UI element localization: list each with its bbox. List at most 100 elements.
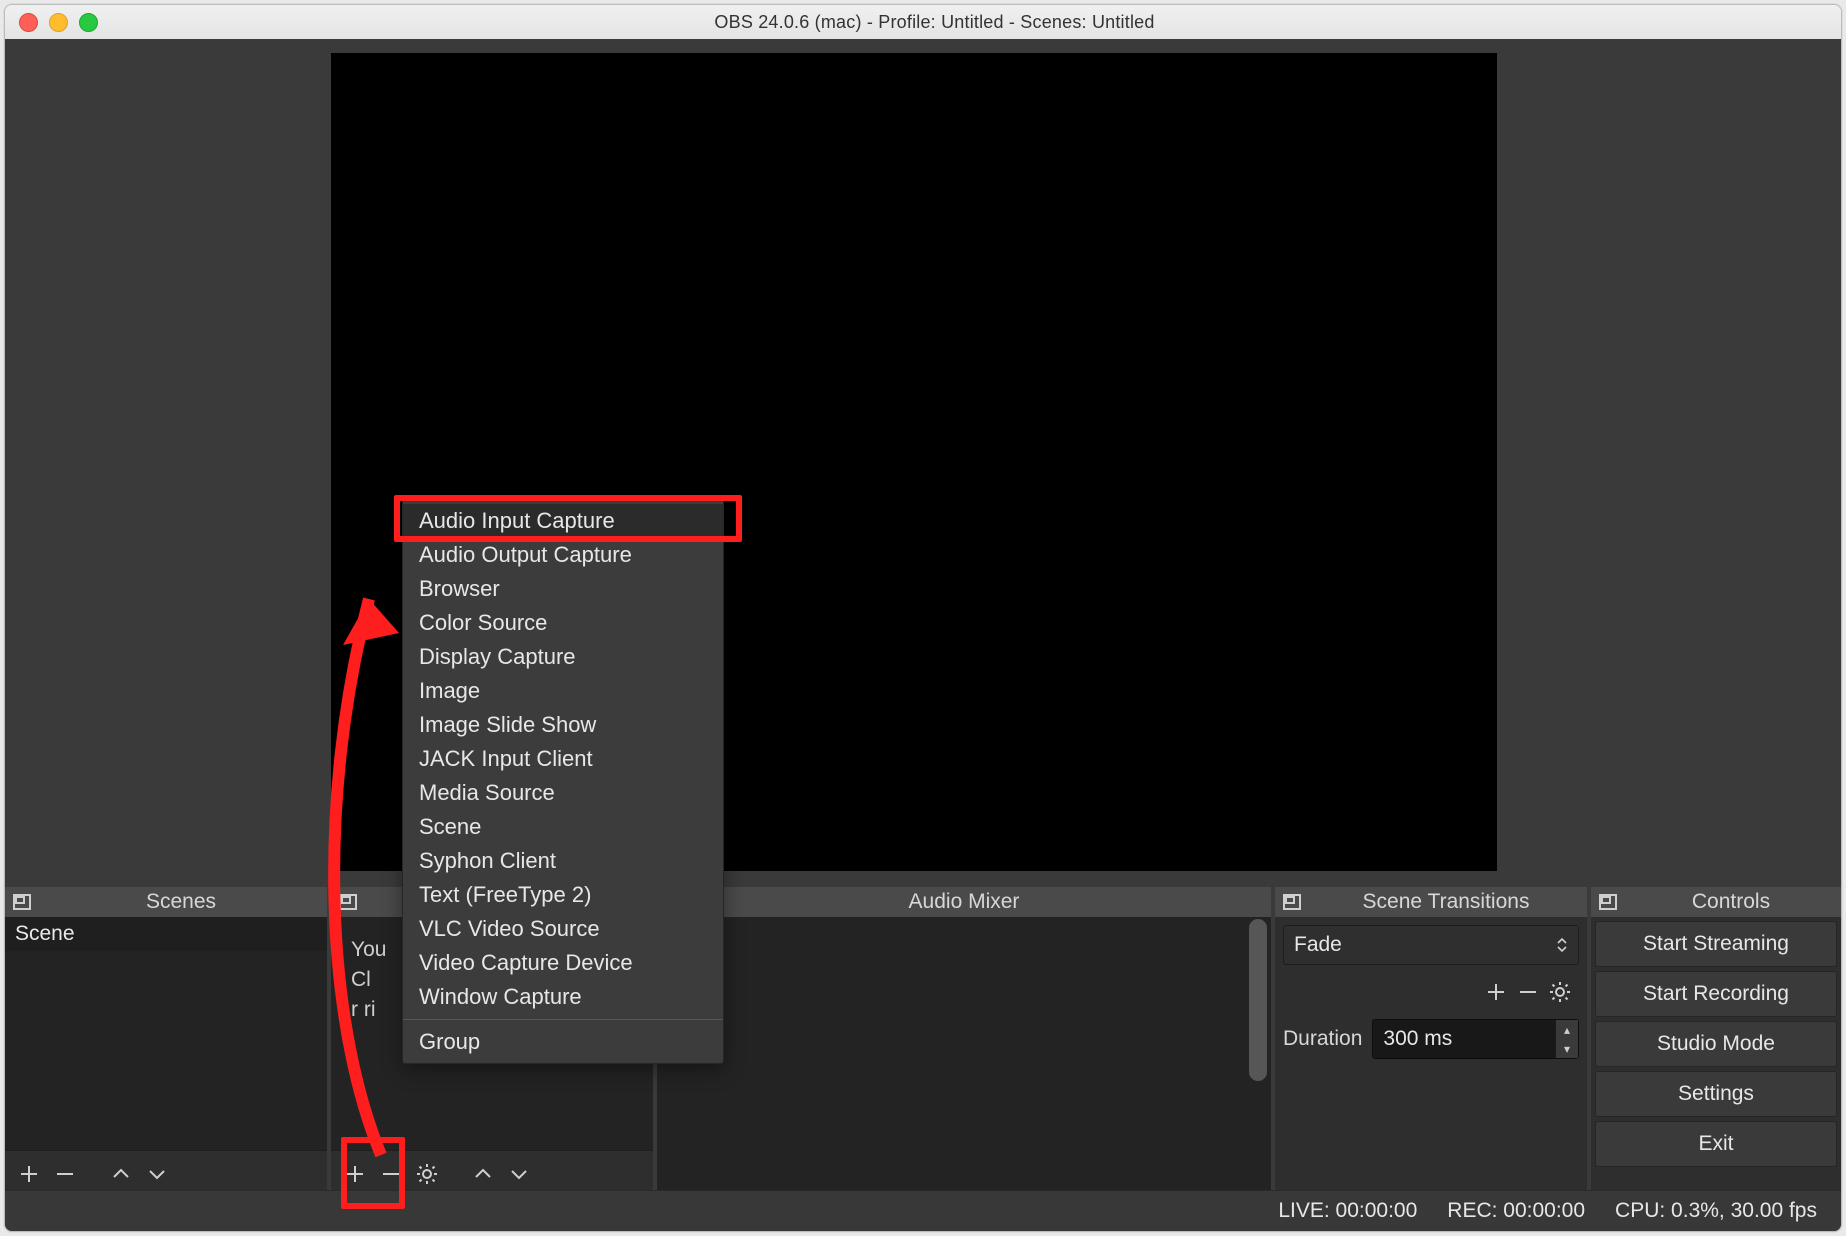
menu-item-label: Color Source — [419, 610, 547, 635]
close-icon[interactable] — [19, 13, 38, 32]
panel-mixer-header: Audio Mixer — [657, 887, 1271, 917]
menu-item-image[interactable]: Image — [403, 674, 723, 708]
duration-row: Duration 300 ms ▴ ▾ — [1283, 1019, 1579, 1059]
app-window: OBS 24.0.6 (mac) - Profile: Untitled - S… — [4, 4, 1842, 1232]
dock-row: Scenes Scene — [5, 887, 1841, 1197]
duration-value: 300 ms — [1383, 1027, 1452, 1051]
panel-scenes-header: Scenes — [5, 887, 327, 917]
menu-item-image-slide-show[interactable]: Image Slide Show — [403, 708, 723, 742]
menu-item-browser[interactable]: Browser — [403, 572, 723, 606]
move-down-button[interactable] — [139, 1156, 175, 1192]
chevrons-icon — [1552, 930, 1572, 960]
menu-item-label: Audio Output Capture — [419, 542, 632, 567]
menu-item-video-capture-device[interactable]: Video Capture Device — [403, 946, 723, 980]
menu-item-window-capture[interactable]: Window Capture — [403, 980, 723, 1014]
window-title: OBS 24.0.6 (mac) - Profile: Untitled - S… — [98, 12, 1771, 33]
move-down-button[interactable] — [501, 1156, 537, 1192]
move-up-button[interactable] — [465, 1156, 501, 1192]
minimize-icon[interactable] — [49, 13, 68, 32]
panel-title: Controls — [1621, 890, 1841, 914]
menu-separator — [403, 1019, 723, 1020]
separator — [83, 1156, 103, 1192]
remove-transition-button[interactable] — [1517, 981, 1539, 1003]
panel-scenes: Scenes Scene — [5, 887, 327, 1197]
menu-item-label: Media Source — [419, 780, 555, 805]
source-properties-button[interactable] — [409, 1156, 445, 1192]
chevron-up-icon[interactable]: ▴ — [1556, 1020, 1578, 1039]
stepper-buttons[interactable]: ▴ ▾ — [1555, 1020, 1578, 1058]
start-recording-button[interactable]: Start Recording — [1595, 971, 1837, 1017]
menu-item-media-source[interactable]: Media Source — [403, 776, 723, 810]
remove-scene-button[interactable] — [47, 1156, 83, 1192]
app-body: Scenes Scene — [5, 39, 1841, 1231]
menu-item-label: Text (FreeType 2) — [419, 882, 591, 907]
duration-input[interactable]: 300 ms ▴ ▾ — [1372, 1019, 1579, 1059]
studio-mode-button[interactable]: Studio Mode — [1595, 1021, 1837, 1067]
list-item[interactable]: Scene — [5, 917, 327, 951]
menu-item-label: Group — [419, 1029, 480, 1054]
transition-select[interactable]: Fade — [1283, 925, 1579, 965]
duration-label: Duration — [1283, 1027, 1362, 1051]
maximize-icon[interactable] — [79, 13, 98, 32]
menu-item-label: JACK Input Client — [419, 746, 593, 771]
menu-item-label: Image Slide Show — [419, 712, 596, 737]
menu-item-label: Display Capture — [419, 644, 576, 669]
scrollbar[interactable] — [1249, 919, 1267, 1081]
status-rec: REC: 00:00:00 — [1447, 1199, 1585, 1223]
transition-settings-button[interactable] — [1549, 981, 1571, 1003]
chevron-down-icon[interactable]: ▾ — [1556, 1039, 1578, 1058]
menu-item-audio-output-capture[interactable]: Audio Output Capture — [403, 538, 723, 572]
menu-item-scene[interactable]: Scene — [403, 810, 723, 844]
popout-icon[interactable] — [1279, 891, 1305, 913]
add-scene-button[interactable] — [11, 1156, 47, 1192]
popout-icon[interactable] — [335, 891, 361, 913]
panel-title: Scenes — [35, 890, 327, 914]
settings-button[interactable]: Settings — [1595, 1071, 1837, 1117]
menu-item-label: Video Capture Device — [419, 950, 633, 975]
window-controls — [19, 13, 98, 32]
status-live: LIVE: 00:00:00 — [1278, 1199, 1417, 1223]
menu-item-audio-input-capture[interactable]: Audio Input Capture — [403, 504, 723, 538]
panel-controls-header: Controls — [1591, 887, 1841, 917]
menu-item-label: Syphon Client — [419, 848, 556, 873]
menu-item-syphon-client[interactable]: Syphon Client — [403, 844, 723, 878]
popout-icon[interactable] — [9, 891, 35, 913]
transition-selected: Fade — [1294, 933, 1342, 957]
status-bar: LIVE: 00:00:00 REC: 00:00:00 CPU: 0.3%, … — [5, 1190, 1841, 1231]
add-transition-button[interactable] — [1485, 981, 1507, 1003]
start-streaming-button[interactable]: Start Streaming — [1595, 921, 1837, 967]
scenes-list[interactable]: Scene — [5, 917, 327, 1150]
popout-icon[interactable] — [1595, 891, 1621, 913]
separator — [445, 1156, 465, 1192]
menu-item-jack-input-client[interactable]: JACK Input Client — [403, 742, 723, 776]
add-source-menu[interactable]: Audio Input Capture Audio Output Capture… — [402, 499, 724, 1064]
add-source-button[interactable] — [337, 1156, 373, 1192]
scene-label: Scene — [15, 922, 75, 946]
panel-controls: Controls Start Streaming Start Recording… — [1591, 887, 1841, 1197]
preview-area — [17, 53, 1829, 871]
panel-transitions: Scene Transitions Fade — [1275, 887, 1587, 1197]
button-label: Start Streaming — [1643, 932, 1789, 956]
menu-item-group[interactable]: Group — [403, 1025, 723, 1059]
menu-item-color-source[interactable]: Color Source — [403, 606, 723, 640]
titlebar: OBS 24.0.6 (mac) - Profile: Untitled - S… — [5, 5, 1841, 40]
menu-item-vlc-video-source[interactable]: VLC Video Source — [403, 912, 723, 946]
button-label: Settings — [1678, 1082, 1754, 1106]
exit-button[interactable]: Exit — [1595, 1121, 1837, 1167]
menu-item-label: Window Capture — [419, 984, 582, 1009]
panel-mixer: Audio Mixer — [657, 887, 1271, 1197]
panel-title: Scene Transitions — [1305, 890, 1587, 914]
menu-item-label: Scene — [419, 814, 481, 839]
transitions-body: Fade Duration 300 ms — [1275, 917, 1587, 1059]
remove-source-button[interactable] — [373, 1156, 409, 1192]
controls-body: Start Streaming Start Recording Studio M… — [1591, 917, 1841, 1171]
transition-tools — [1283, 973, 1579, 1011]
move-up-button[interactable] — [103, 1156, 139, 1192]
button-label: Exit — [1698, 1132, 1733, 1156]
menu-item-label: Audio Input Capture — [419, 508, 615, 533]
menu-item-text-freetype2[interactable]: Text (FreeType 2) — [403, 878, 723, 912]
hint-line: You — [351, 938, 386, 961]
button-label: Studio Mode — [1657, 1032, 1775, 1056]
mixer-body — [657, 917, 1271, 1197]
menu-item-display-capture[interactable]: Display Capture — [403, 640, 723, 674]
